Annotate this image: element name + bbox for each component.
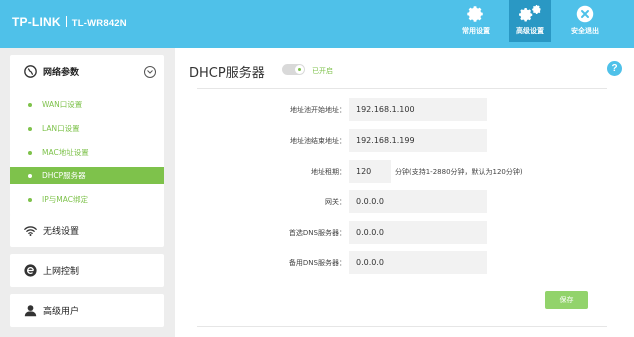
- chevron-down-icon[interactable]: [144, 66, 156, 78]
- bullet-icon: [28, 127, 32, 131]
- start-address-label: 地址池开始地址：: [290, 106, 346, 114]
- bullet-icon: [28, 151, 32, 155]
- secondary-dns-input[interactable]: [349, 251, 487, 274]
- lease-time-label: 地址租期：: [311, 168, 346, 176]
- sidebar-item-internet-control[interactable]: 上网控制: [10, 254, 164, 287]
- wifi-icon: [24, 226, 37, 236]
- gears-icon: [519, 5, 541, 22]
- basic-settings-label: 常用设置: [462, 27, 490, 35]
- sidebar-item-label: 网络参数: [43, 68, 80, 78]
- advanced-settings-label: 高级设置: [516, 27, 544, 35]
- divider: [197, 326, 607, 327]
- help-icon[interactable]: ?: [607, 61, 622, 76]
- internet-control-icon: [24, 264, 37, 277]
- status-text: 已开启: [312, 67, 333, 75]
- network-icon: [24, 65, 37, 78]
- logout-button[interactable]: 安全退出: [564, 0, 606, 42]
- basic-settings-button[interactable]: 常用设置: [455, 0, 497, 42]
- logout-label: 安全退出: [571, 27, 599, 35]
- subitem-label: LAN口设置: [42, 124, 80, 133]
- primary-dns-label: 首选DNS服务器：: [288, 229, 346, 237]
- lease-time-hint: 分钟(支持1-2880分钟，默认为120分钟): [395, 168, 523, 176]
- model-name: TL-WR842N: [71, 18, 127, 29]
- save-button[interactable]: 保存: [545, 291, 588, 309]
- user-icon: [24, 305, 37, 317]
- logo-divider: [65, 16, 67, 27]
- subitem-label: MAC地址设置: [42, 148, 89, 157]
- toggle-knob: [295, 65, 304, 74]
- start-address-input[interactable]: [349, 98, 487, 121]
- subitem-label: IP与MAC绑定: [42, 195, 88, 204]
- sidebar-network-section: 网络参数 WAN口设置 LAN口设置 MAC地址设置 DHCP服务器 IP与MA…: [10, 55, 164, 216]
- dhcp-settings-panel: DHCP服务器 已开启 ? 地址池开始地址： 地址池结束地址： 地址租期： 分钟…: [175, 48, 634, 337]
- lease-time-input[interactable]: [349, 160, 391, 183]
- sidebar-subitem-dhcp[interactable]: DHCP服务器: [10, 167, 164, 184]
- top-header: TP-LINK TL-WR842N 常用设置 高级设置 安全退出: [0, 0, 634, 48]
- brand-name: TP-LINK: [12, 15, 61, 29]
- bullet-icon: [28, 174, 32, 178]
- bullet-icon: [28, 198, 32, 202]
- dhcp-toggle[interactable]: [282, 64, 305, 75]
- gateway-label: 网关：: [325, 198, 346, 206]
- bullet-icon: [28, 103, 32, 107]
- sidebar-subitem-wan[interactable]: WAN口设置: [10, 96, 164, 113]
- end-address-label: 地址池结束地址：: [290, 137, 346, 145]
- end-address-input[interactable]: [349, 129, 487, 152]
- subitem-label: WAN口设置: [42, 100, 83, 109]
- gear-icon: [467, 6, 483, 22]
- sidebar-item-advanced-user[interactable]: 高级用户: [10, 294, 164, 327]
- brand-logo: TP-LINK TL-WR842N: [12, 15, 127, 29]
- page-title: DHCP服务器: [189, 66, 265, 81]
- sidebar-item-label: 高级用户: [43, 307, 80, 317]
- sidebar-item-wireless[interactable]: 无线设置: [10, 214, 164, 247]
- secondary-dns-label: 备用DNS服务器：: [288, 259, 346, 267]
- sidebar-item-network[interactable]: 网络参数: [10, 55, 164, 88]
- sidebar-item-label: 无线设置: [43, 227, 80, 237]
- gateway-input[interactable]: [349, 190, 487, 213]
- primary-dns-input[interactable]: [349, 221, 487, 244]
- sidebar-item-label: 上网控制: [43, 267, 80, 277]
- sidebar-subitem-mac[interactable]: MAC地址设置: [10, 144, 164, 161]
- divider: [197, 88, 607, 89]
- subitem-label: DHCP服务器: [42, 171, 86, 180]
- sidebar-subitem-lan[interactable]: LAN口设置: [10, 120, 164, 137]
- exit-icon: [576, 5, 594, 23]
- sidebar-subitem-ip-mac-binding[interactable]: IP与MAC绑定: [10, 191, 164, 208]
- advanced-settings-button[interactable]: 高级设置: [509, 0, 551, 42]
